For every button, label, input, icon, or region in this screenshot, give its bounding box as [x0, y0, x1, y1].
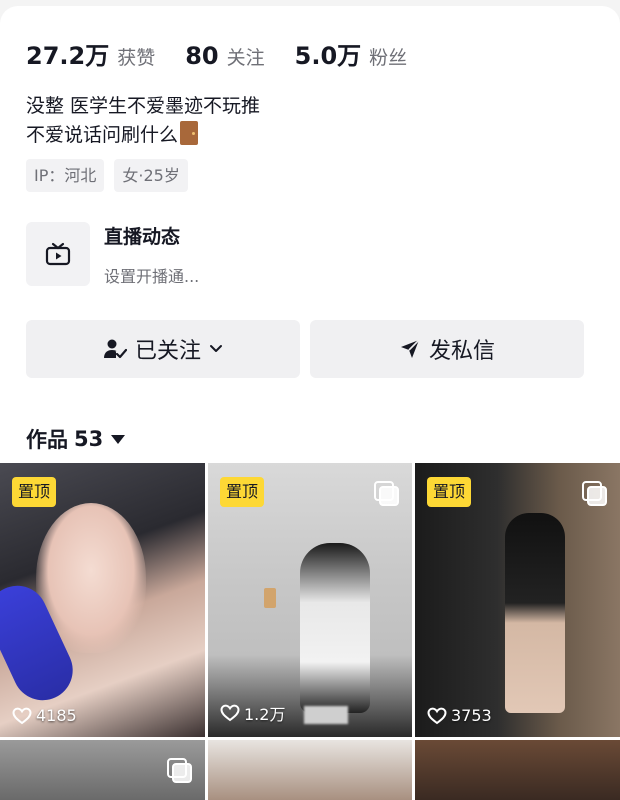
video-thumbnail[interactable] — [415, 740, 620, 800]
blurred-overlay — [304, 706, 348, 724]
stat-likes[interactable]: 27.2万 获赞 — [26, 36, 155, 71]
user-check-icon — [103, 339, 127, 359]
send-icon — [400, 339, 420, 358]
likes-value: 4185 — [36, 706, 77, 725]
heart-icon — [220, 704, 240, 722]
likes-value: 1.2万 — [244, 705, 286, 724]
heart-icon — [12, 707, 32, 724]
bio-line: 没整 医学生不爱墨迹不玩推 — [26, 95, 261, 117]
stat-value: 27.2万 — [26, 42, 110, 70]
live-title: 直播动态 — [104, 226, 181, 248]
send-message-label: 发私信 — [428, 339, 495, 364]
thumb-image-detail — [264, 588, 276, 608]
stat-followers[interactable]: 5.0万 粉丝 — [295, 36, 408, 71]
likes-count: 4185 — [12, 706, 77, 725]
profile-actions: 已关注 发私信 — [26, 320, 594, 378]
video-thumbnail[interactable] — [208, 740, 412, 800]
pinned-badge: 置顶 — [220, 477, 265, 507]
stat-value: 5.0万 — [294, 42, 362, 70]
profile-bio: 没整 医学生不爱墨迹不玩推 不爱说话问刷什么 — [26, 92, 260, 150]
stat-label: 获赞 — [117, 47, 156, 69]
video-thumbnail[interactable]: 置顶 1.2万 — [208, 463, 412, 737]
works-count: 53 — [74, 427, 104, 451]
bio-line-2: 不爱说话问刷什么 — [26, 121, 260, 150]
pinned-badge: 置顶 — [427, 477, 472, 507]
bio-line-text: 不爱说话问刷什么 — [26, 124, 179, 146]
video-thumbnail[interactable] — [0, 740, 205, 800]
chevron-down-icon — [210, 345, 222, 352]
tag-gender-age: 女·25岁 — [114, 159, 188, 192]
likes-value: 3753 — [451, 706, 492, 725]
live-activity[interactable]: 直播动态 设置开播通... — [26, 222, 199, 287]
door-icon — [180, 121, 199, 145]
caret-down-icon — [111, 434, 126, 444]
tv-play-icon — [26, 222, 90, 286]
works-tab[interactable]: 作品 53 — [26, 424, 126, 454]
works-label: 作品 — [26, 428, 68, 452]
profile-stats: 27.2万 获赞 80 关注 5.0万 粉丝 — [26, 36, 437, 71]
live-subtitle: 设置开播通... — [104, 267, 200, 286]
profile-tags: IP：河北 女·25岁 — [26, 159, 198, 192]
followed-label: 已关注 — [134, 339, 201, 364]
video-thumbnail[interactable]: 置顶 3753 — [415, 463, 620, 737]
multi-image-icon — [582, 481, 607, 506]
tag-ip: IP：河北 — [26, 159, 105, 192]
multi-image-icon — [167, 758, 192, 783]
likes-count: 3753 — [427, 706, 492, 725]
stat-following[interactable]: 80 关注 — [185, 42, 264, 70]
likes-count: 1.2万 — [220, 701, 285, 725]
multi-image-icon — [374, 481, 399, 506]
stat-label: 粉丝 — [369, 47, 408, 69]
send-message-button[interactable]: 发私信 — [310, 320, 584, 378]
video-thumbnail[interactable]: 置顶 4185 — [0, 463, 205, 737]
followed-button[interactable]: 已关注 — [26, 320, 300, 378]
live-text: 直播动态 设置开播通... — [104, 222, 199, 287]
pinned-badge: 置顶 — [12, 477, 57, 507]
thumb-image — [300, 543, 370, 713]
stat-value: 80 — [185, 42, 219, 70]
thumb-image — [505, 513, 565, 713]
stat-label: 关注 — [226, 47, 265, 69]
heart-icon — [427, 707, 447, 724]
